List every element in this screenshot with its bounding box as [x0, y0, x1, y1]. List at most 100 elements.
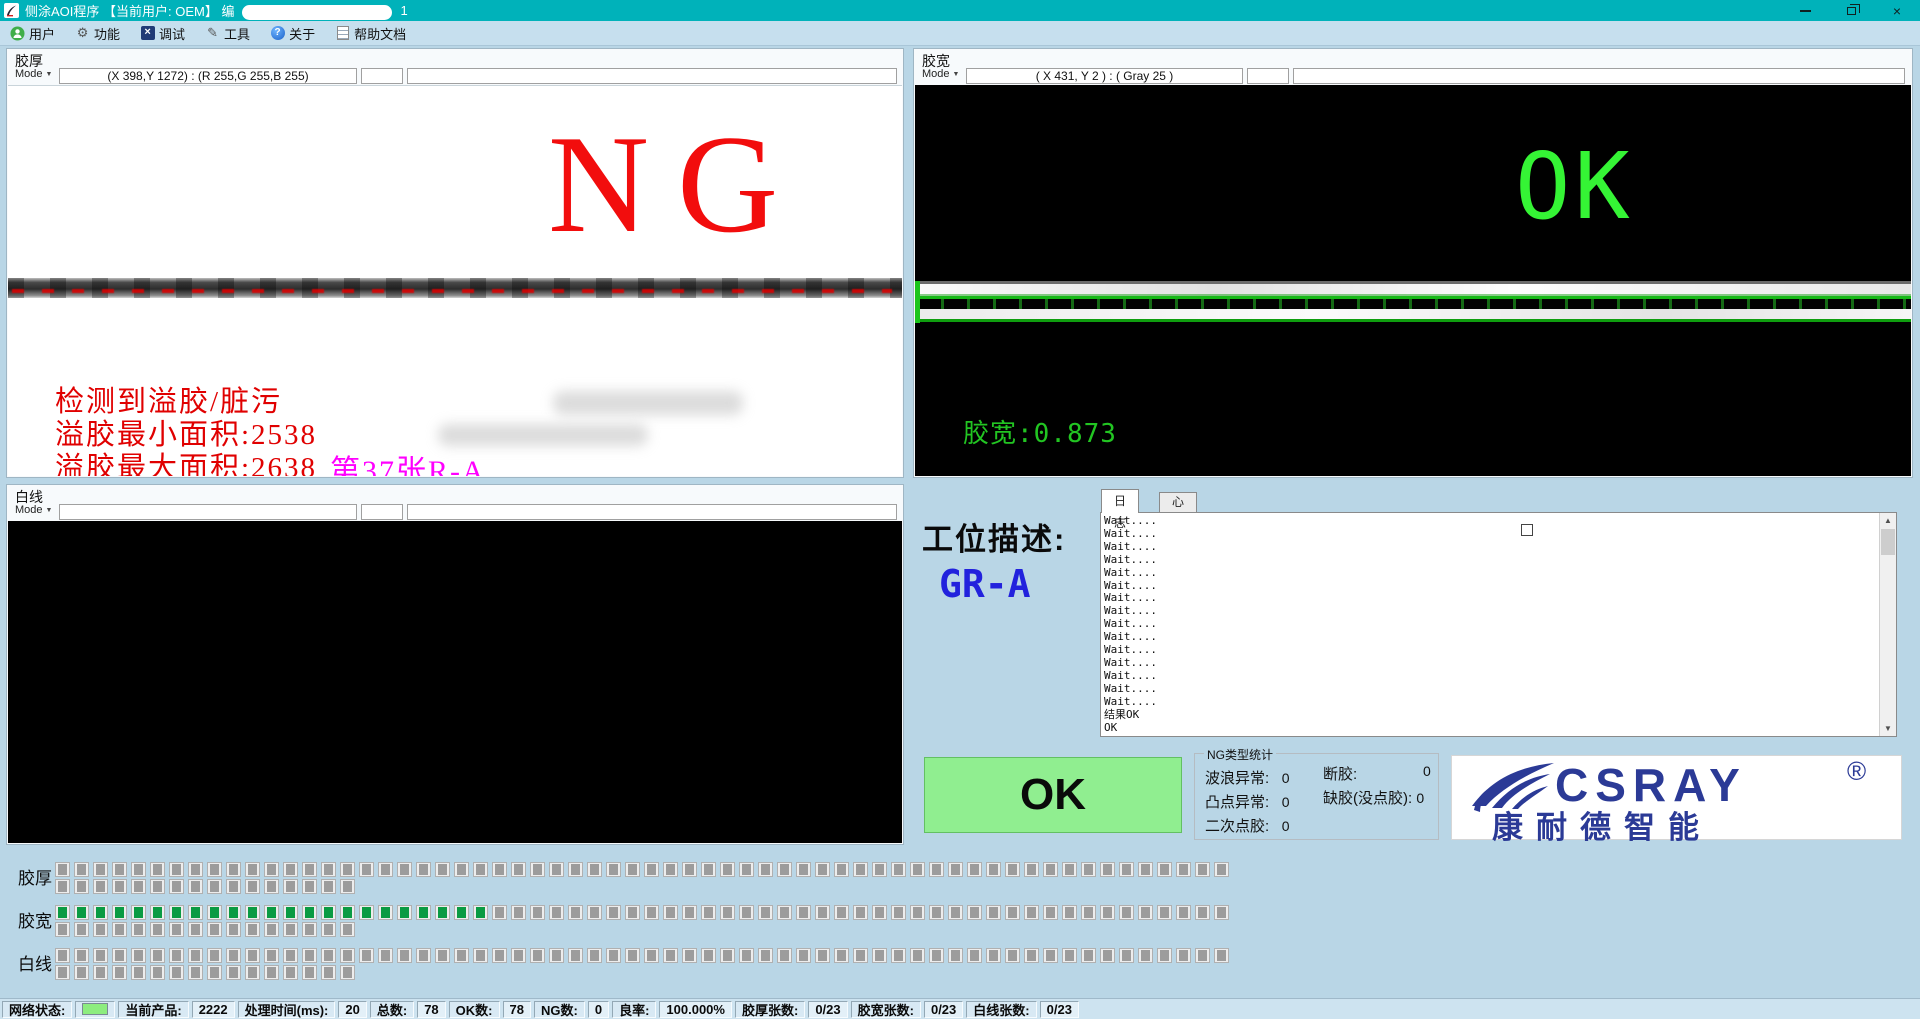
indicator-cell-gray — [245, 862, 260, 877]
log-line: Wait.... — [1104, 554, 1876, 567]
scroll-down-icon[interactable]: ▼ — [1880, 721, 1896, 736]
inspection-image-glue-width[interactable]: OK 胶宽:0.873 — [915, 85, 1911, 476]
indicator-cell-gray — [1214, 862, 1229, 877]
indicator-cell-gray — [226, 862, 241, 877]
indicator-cell-gray — [55, 879, 70, 894]
result-text-ng: NG — [548, 108, 806, 262]
log-line: 结果OK — [1104, 709, 1876, 722]
statusbar-label: 总数: — [370, 1001, 414, 1018]
indicator-cell-gray — [644, 862, 659, 877]
mode-dropdown[interactable]: Mode▼ — [15, 504, 52, 516]
glue-strip-image — [8, 278, 902, 298]
indicator-cell-green — [264, 905, 279, 920]
indicator-cell-gray — [359, 948, 374, 963]
log-line: Wait.... — [1104, 515, 1876, 528]
indicator-cell-green — [207, 905, 222, 920]
info-field[interactable] — [1293, 68, 1905, 84]
indicator-cell-gray — [150, 862, 165, 877]
indicator-cell-gray — [1005, 905, 1020, 920]
indicator-cell-gray — [587, 948, 602, 963]
scroll-up-icon[interactable]: ▲ — [1880, 513, 1896, 528]
log-scrollbar[interactable]: ▲ ▼ — [1879, 513, 1896, 736]
minimize-button[interactable] — [1782, 0, 1828, 21]
tab-log[interactable]: 日志 — [1101, 489, 1139, 513]
band-left-mark — [915, 281, 920, 323]
indicator-cell-gray — [663, 905, 678, 920]
mode-dropdown[interactable]: Mode▼ — [15, 68, 52, 80]
info-field[interactable] — [407, 68, 897, 84]
indicator-cell-gray — [891, 905, 906, 920]
small-field[interactable] — [1247, 68, 1289, 84]
overall-result-button[interactable]: OK — [924, 757, 1182, 833]
inspection-image-glue-thickness[interactable]: NG 检测到溢胶/脏污 溢胶最小面积:2538 溢胶最大面积:2638 第37张… — [8, 85, 902, 476]
indicator-cell-gray — [74, 948, 89, 963]
pixel-coordinate-field[interactable]: (X 398,Y 1272) : (R 255,G 255,B 255) — [59, 68, 357, 84]
indicator-cell-gray — [112, 922, 127, 937]
log-checkbox[interactable] — [1521, 524, 1533, 536]
indicator-cell-gray — [245, 922, 260, 937]
log-listbox[interactable]: Wait....Wait....Wait....Wait....Wait....… — [1100, 512, 1897, 737]
indicator-cell-gray — [739, 948, 754, 963]
mode-dropdown[interactable]: Mode▼ — [922, 68, 959, 80]
indicator-cell-gray — [1157, 862, 1172, 877]
indicator-cell-gray — [549, 862, 564, 877]
indicator-cell-green — [188, 905, 203, 920]
log-line: Wait.... — [1104, 657, 1876, 670]
indicator-cell-gray — [454, 862, 469, 877]
menu-item-user[interactable]: 用户 — [0, 21, 65, 46]
redaction-smudge — [553, 391, 743, 415]
info-field[interactable] — [407, 504, 897, 520]
indicator-cell-gray — [815, 905, 830, 920]
indicator-cell-gray — [283, 922, 298, 937]
indicator-cell-gray — [55, 862, 70, 877]
indicator-cell-gray — [967, 948, 982, 963]
indicator-cell-gray — [1195, 862, 1210, 877]
indicator-cell-gray — [720, 905, 735, 920]
close-button[interactable]: × — [1874, 0, 1920, 21]
inspection-image-white-line[interactable] — [8, 521, 902, 843]
indicator-cell-gray — [1138, 948, 1153, 963]
title-redaction-blob — [242, 5, 392, 20]
pixel-coordinate-field[interactable] — [59, 504, 357, 520]
indicator-cell-green — [74, 905, 89, 920]
indicator-cell-gray — [1043, 905, 1058, 920]
pixel-coordinate-field[interactable]: ( X 431, Y 2 ) : ( Gray 25 ) — [966, 68, 1243, 84]
indicator-cell-gray — [701, 862, 716, 877]
menu-item-functions[interactable]: ⚙ 功能 — [65, 21, 130, 46]
defect-line: 检测到溢胶/脏污 — [55, 386, 317, 419]
indicator-cell-gray — [606, 862, 621, 877]
indicator-cell-gray — [264, 862, 279, 877]
menu-item-about[interactable]: ? 关于 — [260, 21, 325, 46]
indicator-cell-gray — [1005, 862, 1020, 877]
menu-item-label: 调试 — [159, 24, 185, 43]
small-field[interactable] — [361, 504, 403, 520]
menu-item-debug[interactable]: × 调试 — [130, 21, 195, 46]
small-field[interactable] — [361, 68, 403, 84]
indicator-cell-gray — [169, 948, 184, 963]
defect-description-text: 检测到溢胶/脏污 溢胶最小面积:2538 溢胶最大面积:2638 — [55, 386, 317, 476]
indicator-cell-gray — [1081, 905, 1096, 920]
statusbar-label: 良率: — [612, 1001, 656, 1018]
gear-icon: ⚙ — [75, 26, 90, 41]
indicator-cell-gray — [112, 879, 127, 894]
indicator-cell-gray — [1157, 948, 1172, 963]
indicator-cell-gray — [606, 905, 621, 920]
defect-marking — [12, 289, 892, 293]
station-description-label: 工位描述: — [922, 514, 1066, 559]
indicator-cell-gray — [169, 879, 184, 894]
indicator-cell-gray — [340, 922, 355, 937]
indicator-cell-gray — [131, 862, 146, 877]
indicator-cell-gray — [587, 905, 602, 920]
indicator-cell-gray — [1043, 948, 1058, 963]
menu-item-tools[interactable]: ✎ 工具 — [195, 21, 260, 46]
statusbar-label: 胶宽张数: — [851, 1001, 921, 1018]
indicator-cell-gray — [929, 862, 944, 877]
scrollbar-thumb[interactable] — [1881, 529, 1895, 555]
indicator-cell-gray — [910, 948, 925, 963]
menu-item-help-doc[interactable]: 帮助文档 — [325, 21, 416, 46]
indicator-cell-gray — [682, 905, 697, 920]
tab-heartbeat[interactable]: 心跳 — [1159, 492, 1197, 512]
restore-button[interactable] — [1828, 0, 1874, 21]
indicator-cell-gray — [416, 948, 431, 963]
statusbar-label: NG数: — [534, 1001, 585, 1018]
